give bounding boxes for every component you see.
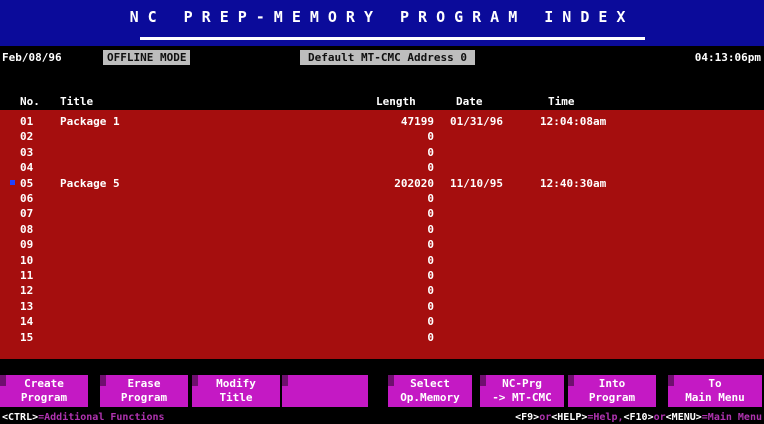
help-key-hint: <HELP> — [551, 412, 588, 423]
help-key-description: or — [539, 412, 552, 423]
program-title: Package 5 — [60, 176, 120, 190]
program-number: 01 — [20, 115, 34, 128]
program-row[interactable]: 01 Package 1 47199 01/31/96 12:04:08am — [0, 114, 764, 129]
program-length: 0 — [427, 330, 434, 344]
program-length: 202020 — [394, 176, 434, 190]
program-title: Package 1 — [60, 115, 120, 128]
selection-marker — [10, 179, 15, 185]
program-number: 05 — [20, 176, 34, 190]
program-length: 0 — [427, 238, 434, 252]
program-number: 15 — [20, 330, 34, 344]
program-row[interactable]: 09 0 — [0, 237, 764, 252]
program-row[interactable]: 07 0 — [0, 206, 764, 221]
fkey-button-1[interactable]: Create Program — [0, 375, 88, 407]
program-number: 04 — [20, 161, 34, 175]
program-row[interactable]: 08 0 — [0, 222, 764, 237]
program-row[interactable]: 14 0 — [0, 314, 764, 329]
fkey-button-3[interactable]: Modify Title — [192, 375, 280, 407]
ctrl-key-description: =Additional Functions — [38, 412, 165, 423]
program-length: 0 — [427, 222, 434, 236]
fkey-button-8[interactable]: To Main Menu — [668, 375, 762, 407]
title-underline — [140, 37, 645, 40]
window-title: NC PREP-MEMORY PROGRAM INDEX — [129, 8, 635, 26]
fkey-label: Erase Program — [120, 377, 168, 404]
program-row[interactable]: 15 0 — [0, 330, 764, 345]
function-key-bar: Create Program Erase Program Modify Title S… — [0, 367, 764, 411]
program-length: 0 — [427, 253, 434, 267]
status-date: Feb/08/96 — [2, 51, 62, 64]
program-length: 0 — [427, 315, 434, 329]
fkey-label: Select Op.Memory — [400, 377, 460, 404]
program-row[interactable]: 13 0 — [0, 299, 764, 314]
program-length: 0 — [427, 161, 434, 175]
fkey-label: Into Program — [588, 377, 636, 404]
program-number: 13 — [20, 299, 34, 313]
program-length: 0 — [427, 145, 434, 159]
help-right: <F9>or<HELP>=Help,<F10>or<MENU>=Main Men… — [515, 411, 762, 424]
program-list-header: No. Title Length Date Time — [0, 92, 764, 110]
program-row[interactable]: 02 0 — [0, 129, 764, 144]
program-number: 02 — [20, 130, 34, 144]
fkey-button-7[interactable]: Into Program — [568, 375, 656, 407]
program-length: 47199 — [400, 115, 434, 128]
help-key-description: or — [653, 412, 666, 423]
column-header-date: Date — [456, 95, 483, 108]
status-address: Default MT-CMC Address 0 — [300, 50, 475, 65]
fkey-label: To Main Menu — [685, 377, 745, 404]
program-row[interactable]: 05 Package 5 202020 11/10/95 12:40:30am — [0, 176, 764, 191]
program-row[interactable]: 11 0 — [0, 268, 764, 283]
program-row[interactable]: 06 0 — [0, 191, 764, 206]
program-length: 0 — [427, 299, 434, 313]
program-number: 08 — [20, 222, 34, 236]
fkey-button-5[interactable]: Select Op.Memory — [388, 375, 472, 407]
program-number: 03 — [20, 145, 34, 159]
status-bar: Feb/08/96 OFFLINE MODE Default MT-CMC Ad… — [0, 46, 764, 69]
ctrl-key-hint: <CTRL> — [2, 412, 39, 423]
help-key-description: =Help, — [587, 412, 624, 423]
program-list: 01 Package 1 47199 01/31/96 12:04:08am 02 0 03 0… — [0, 110, 764, 359]
program-date: 01/31/96 — [450, 115, 503, 128]
program-length: 0 — [427, 284, 434, 298]
program-row[interactable]: 03 0 — [0, 145, 764, 160]
fkey-label: Create Program — [20, 377, 68, 404]
program-number: 11 — [20, 269, 34, 282]
program-number: 07 — [20, 207, 34, 221]
column-header-time: Time — [548, 95, 575, 108]
help-bar: <CTRL>=Additional Functions <F9>or<HELP>… — [0, 411, 764, 424]
fkey-number-tab — [282, 375, 288, 386]
fkey-button-2[interactable]: Erase Program — [100, 375, 188, 407]
program-length: 0 — [427, 269, 434, 282]
column-header-length: Length — [376, 95, 416, 108]
list-divider — [0, 359, 764, 367]
program-number: 06 — [20, 192, 34, 205]
title-bar: NC PREP-MEMORY PROGRAM INDEX — [0, 0, 764, 46]
program-row[interactable]: 04 0 — [0, 160, 764, 175]
program-length: 0 — [427, 130, 434, 144]
status-mode: OFFLINE MODE — [103, 50, 191, 65]
program-number: 14 — [20, 315, 34, 329]
program-length: 0 — [427, 207, 434, 221]
program-number: 09 — [20, 238, 34, 252]
help-key-hint: <F9> — [515, 412, 540, 423]
column-header-no: No. — [20, 95, 40, 108]
program-number: 12 — [20, 284, 34, 298]
status-time: 04:13:06pm — [694, 51, 761, 64]
program-length: 0 — [427, 192, 434, 205]
help-key-description: =Main Menu — [701, 412, 762, 423]
help-key-hint: <MENU> — [665, 412, 702, 423]
column-header-title: Title — [60, 95, 94, 108]
program-time: 12:40:30am — [540, 176, 607, 190]
program-number: 10 — [20, 253, 34, 267]
fkey-label: NC-Prg -> MT-CMC — [492, 377, 552, 404]
fkey-label: Modify Title — [216, 377, 256, 404]
help-key-hint: <F10> — [623, 412, 654, 423]
fkey-button-6[interactable]: NC-Prg -> MT-CMC — [480, 375, 564, 407]
program-date: 11/10/95 — [450, 176, 503, 190]
program-row[interactable]: 10 0 — [0, 253, 764, 268]
program-time: 12:04:08am — [540, 115, 607, 128]
help-left: <CTRL>=Additional Functions — [2, 411, 165, 424]
fkey-button-4[interactable] — [282, 375, 368, 407]
program-row[interactable]: 12 0 — [0, 283, 764, 298]
